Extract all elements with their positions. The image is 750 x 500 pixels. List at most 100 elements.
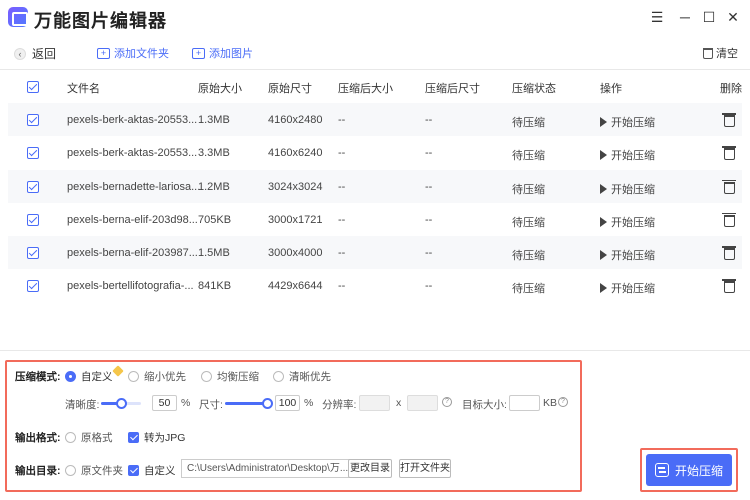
header-orig-size: 原始大小 xyxy=(198,83,242,95)
format-option-jpg[interactable]: 转为JPG xyxy=(128,430,185,445)
row-start-label: 开始压缩 xyxy=(611,183,655,196)
resolution-width-input[interactable] xyxy=(359,395,390,411)
trash-icon[interactable] xyxy=(722,113,736,127)
target-size-input[interactable] xyxy=(509,395,540,411)
radio-icon xyxy=(65,432,76,443)
row-start-label: 开始压缩 xyxy=(611,150,655,163)
header-status: 压缩状态 xyxy=(512,83,556,95)
trash-icon xyxy=(703,47,713,59)
minimize-button[interactable]: ─ xyxy=(676,8,694,26)
help-icon[interactable]: ? xyxy=(558,397,568,407)
cell-comp-dim: -- xyxy=(425,180,433,193)
cell-status: 待压缩 xyxy=(512,183,545,196)
cell-orig-size: 705KB xyxy=(198,213,232,226)
clear-button[interactable]: 清空 xyxy=(703,45,738,61)
size-slider-track[interactable] xyxy=(225,402,267,405)
row-start-button[interactable]: 开始压缩 xyxy=(600,247,655,263)
table-row[interactable]: pexels-berna-elif-203987... 1.5MB 3000x400… xyxy=(8,236,742,270)
add-folder-button[interactable]: + 添加文件夹 xyxy=(97,45,169,61)
cell-status: 待压缩 xyxy=(512,150,545,163)
mode-option-label: 均衡压缩 xyxy=(217,371,259,383)
header-comp-size: 压缩后大小 xyxy=(338,83,393,95)
table-row[interactable]: pexels-bertellifotografia-... 841KB 4429x6… xyxy=(8,269,742,303)
row-checkbox[interactable] xyxy=(27,247,39,260)
row-checkbox[interactable] xyxy=(27,180,39,193)
radio-selected-icon xyxy=(65,371,76,382)
row-checkbox[interactable] xyxy=(27,213,39,226)
size-slider-handle[interactable] xyxy=(262,398,273,409)
cell-orig-dim: 3000x4000 xyxy=(268,247,323,260)
resolution-height-input[interactable] xyxy=(407,395,438,411)
mode-option-balanced[interactable]: 均衡压缩 xyxy=(201,369,259,384)
row-start-label: 开始压缩 xyxy=(611,250,655,263)
row-checkbox[interactable] xyxy=(27,114,39,126)
cell-orig-size: 3.3MB xyxy=(198,147,230,160)
cell-comp-dim: -- xyxy=(425,213,433,226)
cell-comp-size: -- xyxy=(338,213,346,226)
mode-option-clarity[interactable]: 清晰优先 xyxy=(273,369,331,384)
row-start-button[interactable]: 开始压缩 xyxy=(600,181,655,197)
cell-comp-dim: -- xyxy=(425,147,433,160)
row-checkbox[interactable] xyxy=(27,280,39,293)
trash-icon[interactable] xyxy=(722,212,736,227)
resolution-x: x xyxy=(396,397,402,409)
size-label: 尺寸: xyxy=(199,399,223,411)
close-button[interactable]: ✕ xyxy=(724,8,742,26)
row-start-button[interactable]: 开始压缩 xyxy=(600,214,655,230)
radio-icon xyxy=(128,371,139,382)
mode-option-smallest[interactable]: 缩小优先 xyxy=(128,369,186,384)
row-start-button[interactable]: 开始压缩 xyxy=(600,280,655,296)
table-row[interactable]: pexels-berna-elif-203d98... 705KB 3000x172… xyxy=(8,202,742,237)
table-row[interactable]: pexels-berk-aktas-20553... 1.3MB 4160x2480… xyxy=(8,103,742,137)
row-start-button[interactable]: 开始压缩 xyxy=(600,114,655,130)
trash-icon[interactable] xyxy=(722,246,736,261)
clarity-input[interactable]: 50 xyxy=(152,395,177,411)
radio-icon xyxy=(65,465,76,476)
cell-comp-size: -- xyxy=(338,280,346,293)
row-start-label: 开始压缩 xyxy=(611,117,655,129)
cell-filename: pexels-berk-aktas-20553... xyxy=(67,114,198,126)
target-size-label: 目标大小: xyxy=(462,399,507,411)
size-input[interactable]: 100 xyxy=(275,395,300,411)
start-button-highlight: 开始压缩 xyxy=(640,448,738,492)
help-icon[interactable]: ? xyxy=(442,397,452,407)
dir-option-label: 原文件夹 xyxy=(81,465,123,477)
row-start-button[interactable]: 开始压缩 xyxy=(600,147,655,163)
trash-icon[interactable] xyxy=(722,179,736,194)
play-icon xyxy=(600,250,607,261)
cell-filename: pexels-bernadette-lariosa... xyxy=(67,180,201,193)
open-folder-button[interactable]: 打开文件夹 xyxy=(399,459,451,478)
dir-option-original[interactable]: 原文件夹 xyxy=(65,463,123,478)
cell-status: 待压缩 xyxy=(512,117,545,129)
cell-filename: pexels-berna-elif-203987... xyxy=(67,247,198,260)
start-compress-button[interactable]: 开始压缩 xyxy=(646,454,732,486)
trash-icon[interactable] xyxy=(722,146,736,161)
cell-filename: pexels-bertellifotografia-... xyxy=(67,280,194,293)
compress-icon xyxy=(654,463,669,477)
maximize-button[interactable]: ☐ xyxy=(700,8,718,26)
output-path-field[interactable]: C:\Users\Administrator\Desktop\万... xyxy=(181,459,352,478)
format-option-original[interactable]: 原格式 xyxy=(65,430,113,445)
menu-icon[interactable]: ☰ xyxy=(648,8,666,26)
select-all-checkbox[interactable] xyxy=(27,81,39,93)
add-folder-icon: + xyxy=(97,47,110,59)
divider xyxy=(0,350,750,351)
checkbox-checked-icon xyxy=(128,432,139,443)
size-unit: % xyxy=(304,397,314,409)
cell-orig-size: 1.5MB xyxy=(198,247,230,260)
clarity-slider-handle[interactable] xyxy=(116,398,127,409)
table-row[interactable]: pexels-bernadette-lariosa... 1.2MB 3024x30… xyxy=(8,169,742,203)
back-button[interactable]: ‹ 返回 xyxy=(14,45,56,62)
trash-icon[interactable] xyxy=(722,279,736,294)
resolution-label: 分辨率: xyxy=(322,399,357,411)
row-checkbox[interactable] xyxy=(27,147,39,160)
add-image-button[interactable]: + 添加图片 xyxy=(192,45,253,61)
mode-label: 压缩模式: xyxy=(15,371,61,383)
table-row[interactable]: pexels-berk-aktas-20553... 3.3MB 4160x6240… xyxy=(8,136,742,170)
table-header: 文件名 原始大小 原始尺寸 压缩后大小 压缩后尺寸 压缩状态 操作 删除 xyxy=(8,70,742,103)
cell-orig-size: 841KB xyxy=(198,280,232,293)
change-dir-button[interactable]: 更改目录 xyxy=(348,459,392,478)
mode-option-custom[interactable]: 自定义 xyxy=(65,369,113,384)
dir-option-custom[interactable]: 自定义 xyxy=(128,463,176,478)
cell-comp-dim: -- xyxy=(425,114,433,126)
